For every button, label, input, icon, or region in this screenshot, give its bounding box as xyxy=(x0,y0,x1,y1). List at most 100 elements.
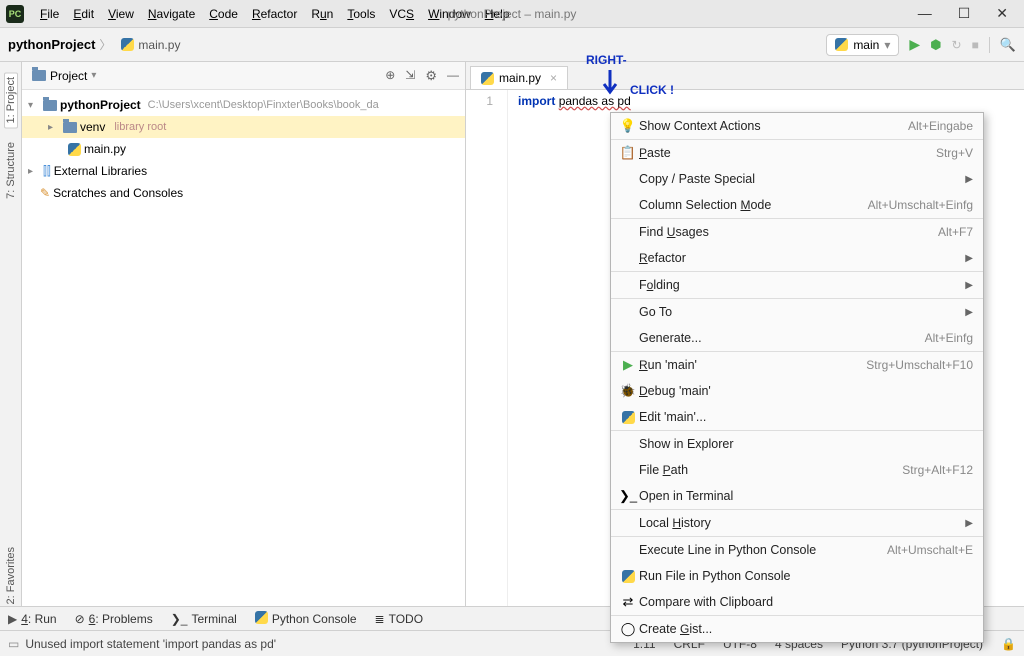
context-menu-item[interactable]: 💡Show Context ActionsAlt+Eingabe xyxy=(611,113,983,139)
gh-icon: ◯ xyxy=(617,621,639,637)
tree-scratches[interactable]: ✎ Scratches and Consoles xyxy=(22,182,465,204)
menu-edit[interactable]: Edit xyxy=(67,5,100,23)
editor-tab-main[interactable]: main.py × xyxy=(470,66,568,89)
menu-view[interactable]: View xyxy=(102,5,140,23)
select-opened-file-icon[interactable]: ⊕ xyxy=(385,68,395,84)
context-menu-label: Debug 'main' xyxy=(639,384,973,398)
lock-icon[interactable]: 🔒 xyxy=(1001,637,1016,651)
context-menu-item[interactable]: Show in Explorer xyxy=(611,431,983,457)
context-menu-item[interactable]: Go To▶ xyxy=(611,299,983,325)
python-file-icon xyxy=(481,72,494,85)
keyword: import xyxy=(518,94,555,108)
folder-icon xyxy=(32,70,46,81)
expand-all-icon[interactable]: ⇲ xyxy=(405,68,415,84)
chevron-down-icon: ▾ xyxy=(91,70,96,81)
titlebar: PC File Edit View Navigate Code Refactor… xyxy=(0,0,1024,28)
tool-window-label: Python Console xyxy=(272,612,357,626)
chevron-right-icon[interactable]: ▸ xyxy=(48,122,60,133)
hide-panel-icon[interactable]: — xyxy=(447,68,459,84)
context-menu-label: Local History xyxy=(639,516,959,530)
tool-window-label: 4: Run xyxy=(21,612,56,626)
context-menu-item[interactable]: Generate...Alt+Einfg xyxy=(611,325,983,351)
context-menu-shortcut: Alt+Umschalt+E xyxy=(887,543,973,557)
chevron-right-icon[interactable]: ▸ xyxy=(28,166,40,177)
editor-context-menu: 💡Show Context ActionsAlt+Eingabe📋PasteSt… xyxy=(610,112,984,643)
submenu-arrow-icon: ▶ xyxy=(965,280,973,291)
context-menu-item[interactable]: ❯_Open in Terminal xyxy=(611,483,983,509)
context-menu-item[interactable]: Run File in Python Console xyxy=(611,563,983,589)
menu-navigate[interactable]: Navigate xyxy=(142,5,201,23)
tree-root[interactable]: ▾ pythonProject C:\Users\xcent\Desktop\F… xyxy=(22,94,465,116)
menu-code[interactable]: Code xyxy=(203,5,244,23)
context-menu-item[interactable]: 📋PasteStrg+V xyxy=(611,140,983,166)
play-icon: ▶ xyxy=(8,612,17,626)
submenu-arrow-icon: ▶ xyxy=(965,307,973,318)
context-menu-item[interactable]: 🐞Debug 'main' xyxy=(611,378,983,404)
menu-file[interactable]: File xyxy=(34,5,65,23)
context-menu-item[interactable]: Find UsagesAlt+F7 xyxy=(611,219,983,245)
tree-main-py[interactable]: main.py xyxy=(22,138,465,160)
chevron-down-icon: ▾ xyxy=(884,38,890,52)
scratches-icon: ✎ xyxy=(40,186,50,200)
python-file-icon xyxy=(121,38,134,51)
menu-run[interactable]: Run xyxy=(305,5,339,23)
stop-button[interactable]: ■ xyxy=(972,38,979,52)
window-title: pythonProject – main.py xyxy=(448,7,577,21)
tool-window-button[interactable]: Python Console xyxy=(255,611,357,627)
context-menu-item[interactable]: Execute Line in Python ConsoleAlt+Umscha… xyxy=(611,537,983,563)
paste-icon: 📋 xyxy=(617,145,639,161)
context-menu-item[interactable]: Local History▶ xyxy=(611,510,983,536)
tree-venv[interactable]: ▸ venv library root xyxy=(22,116,465,138)
context-menu-shortcut: Alt+Eingabe xyxy=(908,119,973,133)
tool-window-button[interactable]: ▶ 4: Run xyxy=(8,612,57,626)
minimize-button[interactable]: — xyxy=(918,5,932,22)
debug-button[interactable]: ⬢ xyxy=(930,37,941,53)
context-menu-item[interactable]: ▶Run 'main'Strg+Umschalt+F10 xyxy=(611,352,983,378)
context-menu-item[interactable]: ⇄Compare with Clipboard xyxy=(611,589,983,615)
python-file-icon xyxy=(68,143,81,156)
run-configuration-selector[interactable]: main ▾ xyxy=(826,34,899,56)
breadcrumb-file[interactable]: main.py xyxy=(121,38,180,52)
context-menu-item[interactable]: Copy / Paste Special▶ xyxy=(611,166,983,192)
context-menu-label: Refactor xyxy=(639,251,959,265)
search-everywhere-button[interactable]: 🔍 xyxy=(1000,37,1016,53)
context-menu-item[interactable]: Folding▶ xyxy=(611,272,983,298)
context-menu-label: Compare with Clipboard xyxy=(639,595,973,609)
chevron-down-icon[interactable]: ▾ xyxy=(28,100,40,111)
tool-window-label: TODO xyxy=(389,612,423,626)
tool-stripe-favorites[interactable]: 2: Favorites xyxy=(5,543,17,608)
tool-window-button[interactable]: ❯_Terminal xyxy=(171,612,237,626)
menu-vcs[interactable]: VCS xyxy=(383,5,420,23)
context-menu-shortcut: Alt+F7 xyxy=(938,225,973,239)
context-menu-item[interactable]: Refactor▶ xyxy=(611,245,983,271)
breadcrumb-separator-icon: 〉 xyxy=(99,36,111,53)
breadcrumb-root[interactable]: pythonProject xyxy=(8,37,95,52)
context-menu-item[interactable]: ◯Create Gist... xyxy=(611,616,983,642)
close-button[interactable]: ✕ xyxy=(996,5,1008,22)
close-tab-icon[interactable]: × xyxy=(550,71,557,85)
tool-window-button[interactable]: ≣ TODO xyxy=(375,612,424,626)
tool-window-button[interactable]: ⊘6: Problems xyxy=(75,612,153,626)
folder-icon xyxy=(43,100,57,111)
maximize-button[interactable]: ☐ xyxy=(958,5,971,22)
project-view-selector[interactable]: Project ▾ xyxy=(28,67,100,85)
context-menu-item[interactable]: Column Selection ModeAlt+Umschalt+Einfg xyxy=(611,192,983,218)
context-menu-item[interactable]: File PathStrg+Alt+F12 xyxy=(611,457,983,483)
gear-icon[interactable]: ⚙ xyxy=(425,68,437,84)
submenu-arrow-icon: ▶ xyxy=(965,174,973,185)
menu-tools[interactable]: Tools xyxy=(341,5,381,23)
todo-icon: ≣ xyxy=(375,612,385,626)
tool-stripe-project[interactable]: 1: Project xyxy=(4,72,18,128)
run-button[interactable]: ▶ xyxy=(909,36,920,53)
context-menu-label: Show Context Actions xyxy=(639,119,908,133)
context-menu-label: Run File in Python Console xyxy=(639,569,973,583)
tool-stripe-structure[interactable]: 7: Structure xyxy=(5,138,17,203)
tree-external-libraries[interactable]: ▸ ⫿⫿ External Libraries xyxy=(22,160,465,182)
menu-refactor[interactable]: Refactor xyxy=(246,5,303,23)
context-menu-item[interactable]: Edit 'main'... xyxy=(611,404,983,430)
context-menu-label: Generate... xyxy=(639,331,925,345)
line-number: 1 xyxy=(466,90,508,608)
run-with-coverage-button[interactable]: ↻ xyxy=(952,38,962,52)
context-menu-shortcut: Alt+Umschalt+Einfg xyxy=(868,198,973,212)
project-tree[interactable]: ▾ pythonProject C:\Users\xcent\Desktop\F… xyxy=(22,90,465,608)
